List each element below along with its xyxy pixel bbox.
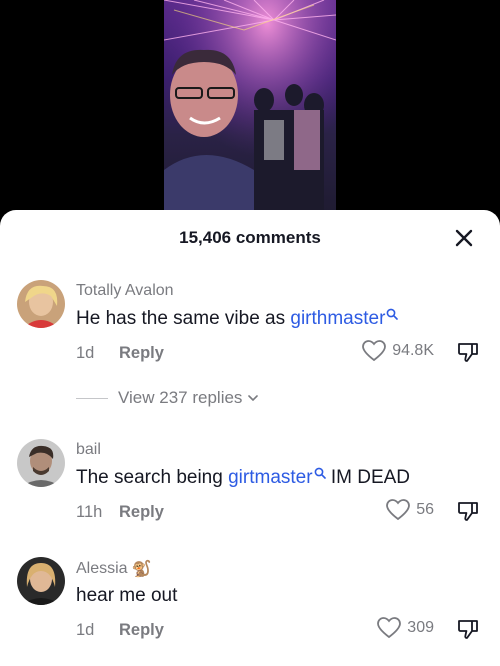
reply-button[interactable]: Reply [119,503,164,522]
video-frame [164,0,336,225]
dislike-button[interactable] [456,340,480,369]
comment-text: He has the same vibe as girthmaster [76,308,399,330]
heart-icon [362,340,387,362]
video-scene-image [164,0,336,225]
view-replies-button[interactable]: View 237 replies [76,388,260,408]
search-link[interactable]: girtmaster [228,467,326,488]
like-count: 94.8K [392,342,434,359]
comment-item: bail The search being girtmaster IM DEAD… [0,439,500,539]
comments-sheet: 15,406 comments Totally Avalon He has th… [0,210,500,666]
reply-button[interactable]: Reply [119,621,164,640]
comment-meta: 1d Reply [76,621,164,640]
comment-count: 15,406 comments [179,228,321,247]
dislike-icon [458,502,478,521]
dislike-button[interactable] [456,499,480,528]
like-button[interactable]: 309 [377,617,434,639]
comments-header: 15,406 comments [0,210,500,266]
search-icon [387,308,399,320]
chevron-down-icon [248,395,259,401]
like-count: 309 [407,619,434,636]
monkey-emoji: 🐒 [131,561,152,578]
reply-button[interactable]: Reply [119,344,164,363]
comment-text: hear me out [76,585,178,606]
dislike-icon [458,620,478,639]
comment-item: Alessia 🐒 hear me out 1d Reply 309 [0,557,500,657]
close-icon [455,229,473,247]
heart-icon [386,499,411,521]
comment-username[interactable]: bail [76,441,101,459]
avatar[interactable] [17,439,65,487]
comment-username[interactable]: Alessia 🐒 [76,559,152,579]
comment-text: The search being girtmaster IM DEAD [76,467,411,488]
heart-icon [377,617,402,639]
avatar[interactable] [17,280,65,328]
comment-username[interactable]: Totally Avalon [76,282,174,300]
comment-meta: 1d Reply [76,344,164,363]
comment-item: Totally Avalon He has the same vibe as g… [0,280,500,430]
like-button[interactable]: 56 [386,499,434,521]
like-button[interactable]: 94.8K [362,340,434,362]
video-player[interactable] [0,0,500,225]
comment-time: 1d [76,621,95,639]
avatar[interactable] [17,557,65,605]
comment-time: 1d [76,344,95,362]
dislike-button[interactable] [456,617,480,646]
like-count: 56 [416,501,434,518]
comment-time: 11h [76,503,103,521]
close-button[interactable] [452,226,476,250]
replies-divider [76,397,108,399]
dislike-icon [458,343,478,362]
search-link[interactable]: girthmaster [290,308,399,329]
search-icon [314,467,326,479]
comment-meta: 11h Reply [76,503,164,522]
